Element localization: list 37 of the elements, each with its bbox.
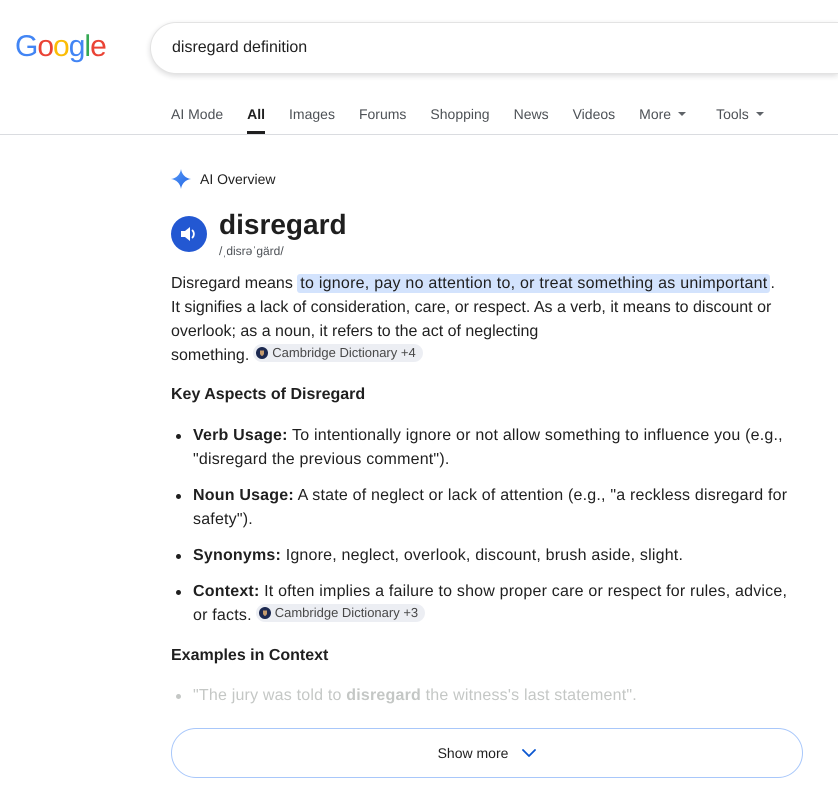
- pronounce-button[interactable]: [171, 216, 207, 252]
- summary-text: Disregard means to ignore, pay no attention to, or treat something as unimportant . It signifies a lack of consideration, care, or respect. As a verb, it means to discount or overlook; as a noun, it refers to the act of neglecting something. Cambridge Dictionary +4: [171, 273, 776, 366]
- sparkle-icon: [171, 169, 191, 189]
- bullet-icon: [176, 590, 181, 595]
- tab[interactable]: AI Mode: [171, 94, 224, 134]
- headword: disregard: [219, 209, 347, 241]
- show-more-button[interactable]: Show more: [171, 728, 803, 778]
- caret-icon: [756, 112, 764, 116]
- menu-tab[interactable]: More: [639, 94, 686, 134]
- chevron-down-icon: [522, 749, 536, 757]
- tab[interactable]: All: [247, 94, 266, 134]
- tab[interactable]: Shopping: [430, 94, 490, 134]
- bullet-text: Synonyms: Ignore, neglect, overlook, discount, brush aside, slight.: [193, 546, 684, 566]
- section-label: AI Overview: [200, 170, 276, 189]
- section-heading: Examples in Context: [171, 646, 330, 666]
- caret-icon: [678, 112, 686, 116]
- tab[interactable]: News: [514, 94, 549, 134]
- bullet-icon: [176, 554, 181, 559]
- tab[interactable]: Forums: [358, 94, 406, 134]
- bullet-icon: [176, 694, 181, 699]
- bullet-icon: [176, 494, 181, 499]
- bullet-text: Context: It often implies a failure to show proper care or respect for rules, advice, or facts. Cambridge Dictionary +3: [193, 582, 788, 626]
- emblem-icon: [256, 347, 268, 359]
- logo[interactable]: Google: [15, 30, 106, 64]
- source-link[interactable]: Cambridge Dictionary +4: [253, 344, 423, 362]
- bullet-text: Noun Usage: A state of neglect or lack of attention (e.g., "a reckless disregard for safety").: [193, 486, 788, 530]
- menu-tab[interactable]: Tools: [716, 94, 764, 134]
- source-link[interactable]: Cambridge Dictionary +3: [256, 604, 426, 622]
- search-field[interactable]: disregard definition: [150, 22, 838, 74]
- tab[interactable]: Videos: [572, 94, 616, 134]
- bullet-icon: [176, 434, 181, 439]
- tab[interactable]: Images: [289, 94, 335, 134]
- pronunciation: /ˌdisrəˈgärd/: [219, 243, 285, 259]
- section-heading: Key Aspects of Disregard: [171, 385, 366, 405]
- bullet-text: "The jury was told to disregard the witness's last statement".: [193, 686, 638, 706]
- bullet-text: Verb Usage: To intentionally ignore or not allow something to influence you (e.g., "disregard the previous comment").: [193, 426, 784, 470]
- emblem-icon: [258, 607, 271, 619]
